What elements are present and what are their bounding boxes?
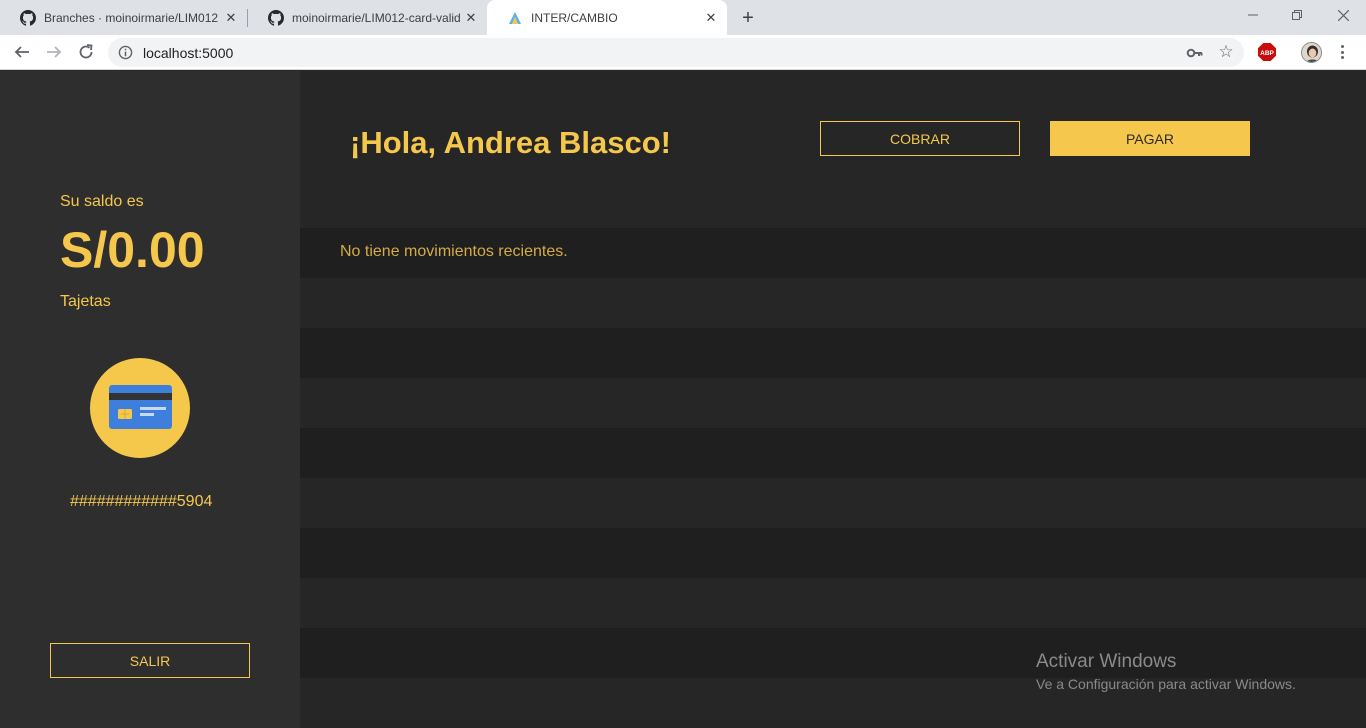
app-logo-icon [507,10,523,26]
list-item [300,578,1366,628]
cards-label: Tajetas [60,293,111,310]
window-close-button[interactable] [1320,4,1366,26]
list-item [300,328,1366,378]
collect-button[interactable]: COBRAR [820,121,1020,156]
back-button[interactable] [10,40,34,64]
empty-movements-message: No tiene movimientos recientes. [340,243,568,260]
minimize-icon [1248,14,1258,16]
close-icon [1337,9,1349,21]
watermark-subtitle: Ve a Configuración para activar Windows. [1036,676,1296,692]
forward-button[interactable] [42,40,66,64]
list-item [300,378,1366,428]
list-item: No tiene movimientos recientes. [300,228,1366,278]
movements-list: No tiene movimientos recientes. [300,228,1366,678]
github-icon [20,9,36,26]
tab-title: Branches · moinoirmarie/LIM012 [44,10,219,25]
browser-tab-branches[interactable]: Branches · moinoirmarie/LIM012 ✕ [0,0,247,35]
adblock-plus-icon[interactable]: ABP [1258,43,1276,61]
key-icon[interactable] [1186,44,1204,62]
minimize-button[interactable] [1230,4,1276,26]
list-item [300,478,1366,528]
user-avatar-icon [1302,43,1321,62]
list-item [300,528,1366,578]
card-avatar[interactable] [90,358,190,458]
windows-activation-watermark: Activar Windows Ve a Configuración para … [1036,651,1296,692]
page-title: ¡Hola, Andrea Blasco! [350,125,671,160]
close-icon[interactable]: ✕ [701,8,721,28]
arrow-left-icon [14,46,29,58]
bookmark-star-icon[interactable]: ☆ [1216,42,1236,62]
sidebar: Su saldo es S/0.00 Tajetas ############5… [0,71,300,728]
close-icon[interactable]: ✕ [221,8,241,28]
github-icon [268,9,284,26]
watermark-title: Activar Windows [1036,651,1177,672]
close-icon[interactable]: ✕ [461,8,481,28]
balance-label: Su saldo es [60,193,144,210]
card-number: ############5904 [70,493,213,510]
browser-tab-active[interactable]: INTER/CAMBIO ✕ [487,0,727,35]
info-icon[interactable] [118,45,133,60]
logout-button[interactable]: SALIR [50,643,250,678]
arrow-right-icon [47,46,62,58]
url-text: localhost:5000 [143,45,234,61]
reload-button[interactable] [74,40,98,64]
restore-icon [1292,10,1302,20]
reload-icon [79,44,93,59]
pay-button[interactable]: PAGAR [1050,121,1250,156]
list-item [300,278,1366,328]
adblock-badge-text: ABP [1260,50,1274,57]
list-item [300,428,1366,478]
credit-card-icon [109,385,172,429]
main-panel: ¡Hola, Andrea Blasco! COBRAR PAGAR No ti… [300,71,1366,728]
browser-tab-repo[interactable]: moinoirmarie/LIM012-card-valid ✕ [248,0,487,35]
browser-menu-icon[interactable] [1338,42,1346,62]
browser-toolbar: localhost:5000 ☆ ABP [0,35,1366,70]
tab-title: INTER/CAMBIO [531,10,618,25]
restore-button[interactable] [1274,4,1320,26]
browser-tabstrip: Branches · moinoirmarie/LIM012 ✕ moinoir… [0,0,1366,35]
tab-title: moinoirmarie/LIM012-card-valid [292,10,461,25]
new-tab-button[interactable]: + [736,6,760,30]
balance-amount: S/0.00 [60,222,205,278]
address-bar[interactable]: localhost:5000 ☆ [108,38,1244,67]
profile-avatar[interactable] [1301,42,1322,63]
